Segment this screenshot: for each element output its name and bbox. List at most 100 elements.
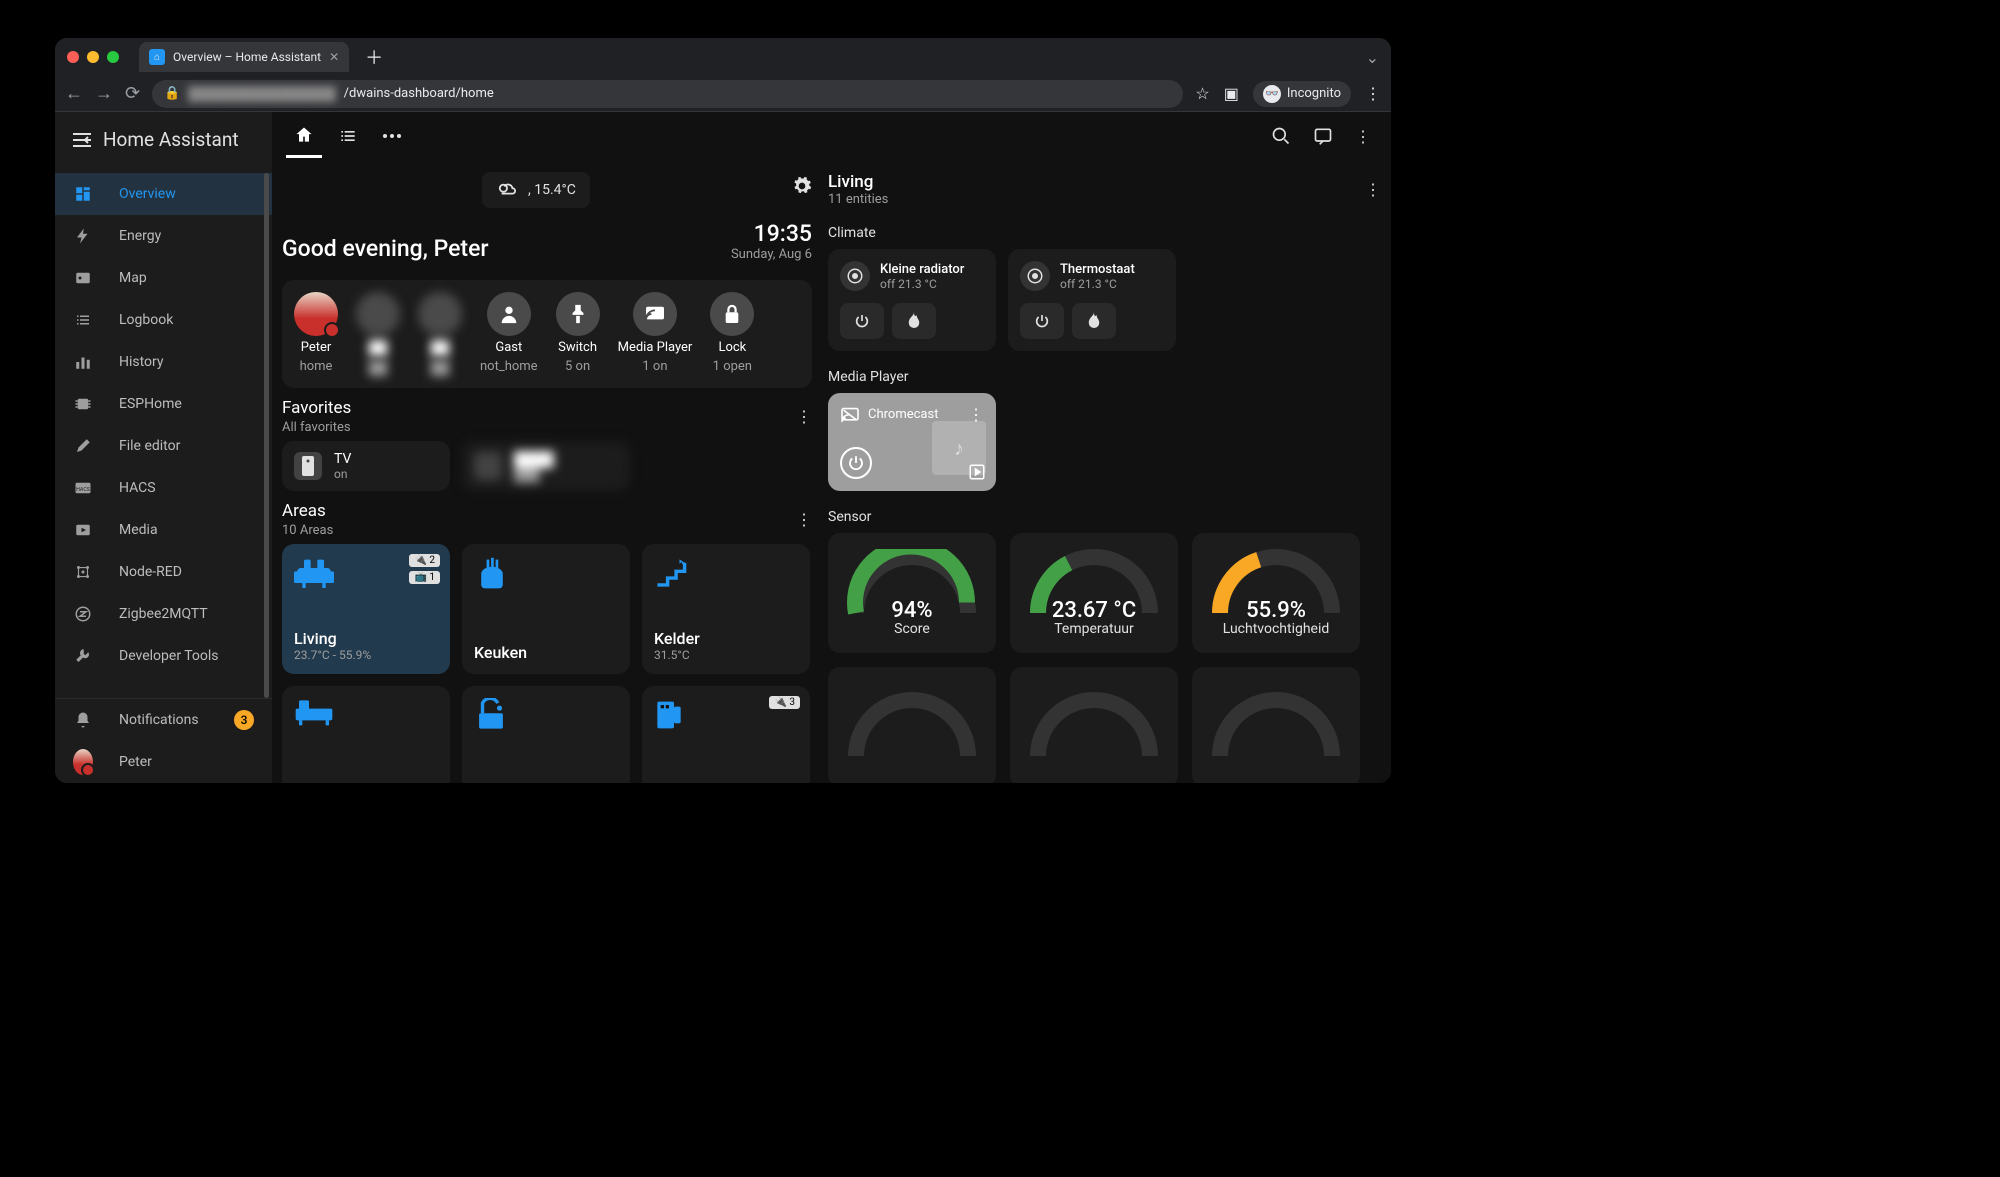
areas-subtitle: 10 Areas	[282, 523, 333, 538]
sidebar-item-hacs[interactable]: HACSHACS	[55, 467, 272, 509]
favorites-more-icon[interactable]: ⋮	[796, 407, 812, 426]
cast-icon	[840, 407, 860, 423]
area-icon	[294, 698, 438, 726]
tabs-dropdown-icon[interactable]: ⌄	[1366, 48, 1379, 67]
sidebar-item-overview[interactable]: Overview	[55, 173, 272, 215]
reload-button[interactable]: ⟳	[125, 83, 140, 104]
heat-button[interactable]	[892, 303, 936, 339]
avatar	[73, 749, 93, 775]
back-button[interactable]: ←	[65, 83, 83, 104]
esphome-icon	[73, 395, 93, 413]
sidebar-item-media[interactable]: Media	[55, 509, 272, 551]
new-tab-button[interactable]: ＋	[357, 44, 391, 70]
browser-tab-bar: ⌂ Overview – Home Assistant ✕ ＋ ⌄	[55, 38, 1391, 76]
panel-more-icon[interactable]: ⋮	[1365, 180, 1381, 199]
sensor-temperatuur[interactable]: 23.67 °C Temperatuur	[1010, 533, 1178, 653]
close-icon[interactable]: ✕	[329, 50, 339, 64]
tab-more[interactable]	[374, 114, 410, 158]
sidebar-item-logbook[interactable]: Logbook	[55, 299, 272, 341]
presence-lock[interactable]: Lock1 open	[710, 292, 754, 376]
area-card[interactable]	[282, 686, 450, 783]
area-icon	[474, 698, 618, 732]
chat-icon[interactable]	[1307, 120, 1339, 152]
sidebar: Home Assistant OverviewEnergyMapLogbookH…	[55, 112, 272, 783]
sidebar-item-esphome[interactable]: ESPHome	[55, 383, 272, 425]
favorite-redacted[interactable]: ███████	[462, 441, 630, 491]
browser-menu-icon[interactable]: ⋮	[1365, 84, 1381, 103]
zigbee2mqtt-icon	[73, 605, 93, 623]
sidebar-toggle-icon[interactable]	[73, 133, 91, 147]
climate-thermostaat[interactable]: Thermostaatoff 21.3 °C	[1008, 249, 1176, 351]
url-path: /dwains-dashboard/home	[344, 86, 494, 101]
play-icon[interactable]	[968, 463, 986, 481]
presence-gast[interactable]: Gastnot_home	[480, 292, 538, 376]
forward-button[interactable]: →	[95, 83, 113, 104]
media-icon	[73, 521, 93, 539]
hacs-icon: HACS	[73, 481, 93, 495]
presence-icon	[487, 292, 531, 336]
sidebar-item-file-editor[interactable]: File editor	[55, 425, 272, 467]
area-icon	[654, 556, 798, 590]
sidebar-item-map[interactable]: Map	[55, 257, 272, 299]
media-chromecast[interactable]: Chromecast ⋮ ♪	[828, 393, 996, 491]
area-living[interactable]: 🔌 2📺 1Living23.7°C - 55.9%	[282, 544, 450, 674]
tab-title: Overview – Home Assistant	[173, 50, 321, 64]
area-icon	[474, 556, 618, 592]
heat-button[interactable]	[1072, 303, 1116, 339]
area-keuken[interactable]: Keuken	[462, 544, 630, 674]
window-maximize[interactable]	[107, 51, 119, 63]
incognito-badge[interactable]: 👓 Incognito	[1253, 81, 1351, 107]
sidebar-item-history[interactable]: History	[55, 341, 272, 383]
svg-text:HACS: HACS	[76, 487, 90, 493]
presence-peter[interactable]: Peterhome	[294, 292, 338, 376]
favorites-subtitle: All favorites	[282, 420, 351, 435]
url-input[interactable]: 🔒 ████████████████ /dwains-dashboard/hom…	[152, 80, 1183, 108]
gear-icon[interactable]	[792, 176, 812, 196]
presence-switch[interactable]: Switch5 on	[556, 292, 600, 376]
greeting: Good evening, Peter	[282, 235, 489, 262]
sensor-card[interactable]	[1010, 667, 1178, 783]
overflow-icon[interactable]: ⋮	[1349, 121, 1377, 152]
window-minimize[interactable]	[87, 51, 99, 63]
sensor-card[interactable]	[1192, 667, 1360, 783]
top-toolbar: ⋮	[272, 112, 1391, 160]
presence-redacted[interactable]: ████	[418, 292, 462, 376]
sidebar-item-developer-tools[interactable]: Developer Tools	[55, 635, 272, 677]
area-badge: 📺 1	[409, 571, 440, 584]
sensor-score[interactable]: 94% Score	[828, 533, 996, 653]
area-card[interactable]: 🔌 3	[642, 686, 810, 783]
area-badge: 🔌 3	[769, 696, 800, 709]
tab-list[interactable]	[330, 114, 366, 158]
sidebar-item-node-red[interactable]: Node-RED	[55, 551, 272, 593]
lock-icon: 🔒	[164, 86, 180, 101]
search-icon[interactable]	[1265, 120, 1297, 152]
browser-tab[interactable]: ⌂ Overview – Home Assistant ✕	[139, 42, 349, 72]
window-close[interactable]	[67, 51, 79, 63]
presence-icon	[710, 292, 754, 336]
clock-date: Sunday, Aug 6	[731, 247, 812, 262]
presence-redacted[interactable]: ████	[356, 292, 400, 376]
sensor-card[interactable]	[828, 667, 996, 783]
favorites-title: Favorites	[282, 398, 351, 418]
power-button[interactable]	[840, 303, 884, 339]
climate-kleine-radiator[interactable]: Kleine radiatoroff 21.3 °C	[828, 249, 996, 351]
sidebar-item-notifications[interactable]: Notifications 3	[55, 699, 272, 741]
presence-media-player[interactable]: Media Player1 on	[618, 292, 693, 376]
weather-chip[interactable]: , 15.4°C	[482, 172, 590, 208]
area-card[interactable]	[462, 686, 630, 783]
power-button[interactable]	[1020, 303, 1064, 339]
tab-home[interactable]	[286, 114, 322, 158]
panel-icon[interactable]: ▣	[1224, 84, 1239, 103]
map-icon	[73, 269, 93, 287]
favorite-tv[interactable]: TV on	[282, 441, 450, 491]
sidebar-item-user[interactable]: Peter	[55, 741, 272, 783]
power-button[interactable]	[840, 447, 872, 479]
areas-more-icon[interactable]: ⋮	[796, 510, 812, 529]
sensor-luchtvochtigheid[interactable]: 55.9% Luchtvochtigheid	[1192, 533, 1360, 653]
thermostat-icon	[1020, 261, 1050, 291]
sidebar-item-energy[interactable]: Energy	[55, 215, 272, 257]
area-kelder[interactable]: Kelder31.5°C	[642, 544, 810, 674]
bookmark-icon[interactable]: ☆	[1195, 84, 1209, 103]
notification-count: 3	[234, 710, 254, 730]
sidebar-item-zigbee2mqtt[interactable]: Zigbee2MQTT	[55, 593, 272, 635]
